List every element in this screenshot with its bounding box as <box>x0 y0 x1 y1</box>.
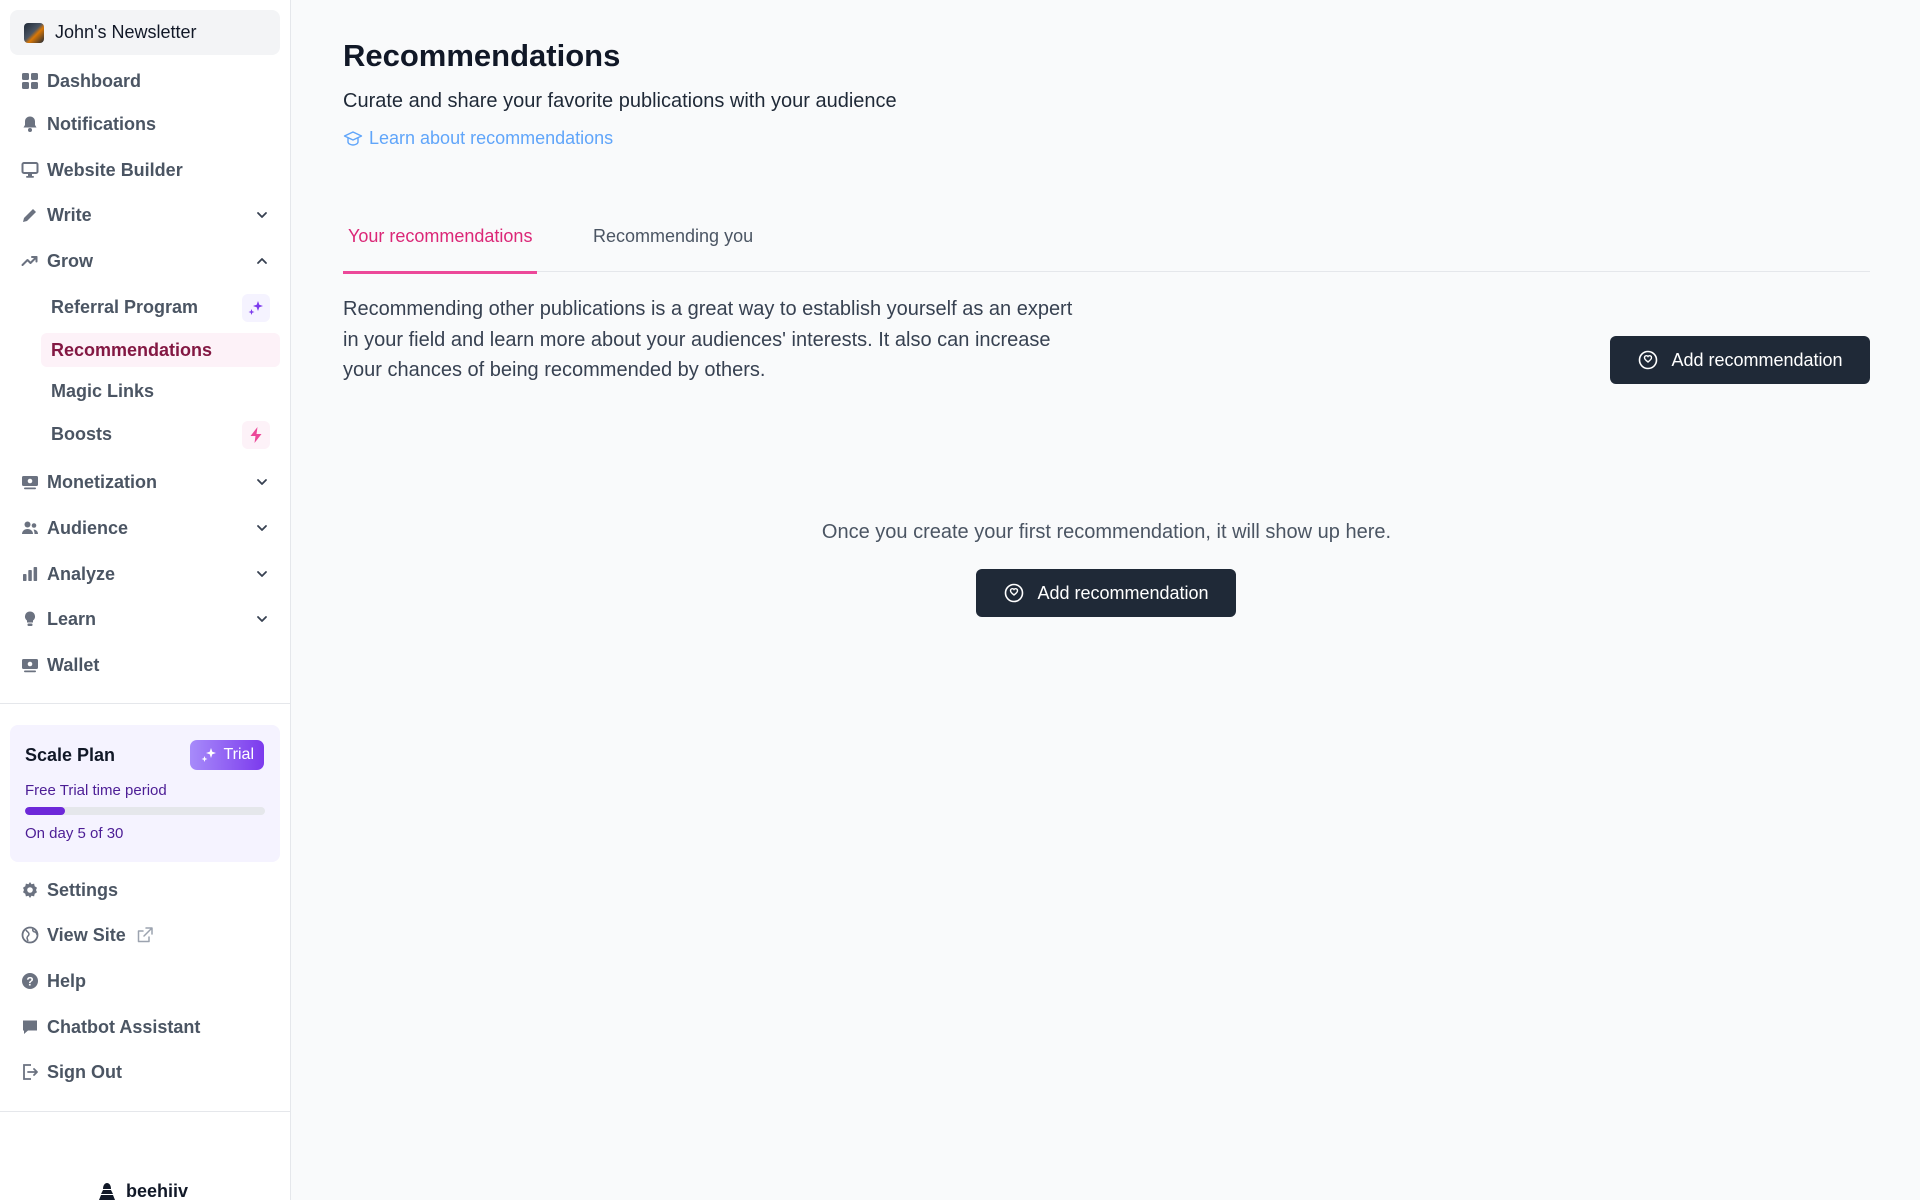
nav-grow[interactable]: Grow <box>10 242 280 280</box>
sidebar-item-recommendations[interactable]: Recommendations <box>41 333 280 367</box>
empty-state-button-label: Add recommendation <box>1037 582 1209 603</box>
learn-about-recommendations-link[interactable]: Learn about recommendations <box>343 128 613 149</box>
nav-analyze[interactable]: Analyze <box>10 555 280 593</box>
sidebar-divider <box>0 1111 291 1112</box>
monitor-icon <box>21 161 39 179</box>
dashboard-icon <box>21 72 39 90</box>
sidebar: John's Newsletter Dashboard Notification… <box>0 0 291 1200</box>
chevron-down-icon[interactable] <box>254 611 270 627</box>
trial-progress-bar <box>25 807 265 815</box>
nav-dashboard-label: Dashboard <box>47 70 142 91</box>
nav-learn[interactable]: Learn <box>10 600 280 638</box>
nav-settings[interactable]: Settings <box>10 871 280 909</box>
publication-switcher[interactable]: John's Newsletter <box>10 10 280 55</box>
sparkles-icon <box>201 748 217 762</box>
nav-dashboard[interactable]: Dashboard <box>10 62 280 100</box>
publication-avatar <box>24 22 44 43</box>
publication-name: John's Newsletter <box>55 22 197 42</box>
bar-chart-icon <box>21 565 39 583</box>
nav-chatbot-label: Chatbot Assistant <box>47 1016 201 1037</box>
sidebar-divider <box>0 703 291 704</box>
nav-website-builder-label: Website Builder <box>47 159 183 180</box>
sidebar-item-boosts[interactable]: Boosts <box>41 417 280 451</box>
plan-day-text: On day 5 of 30 <box>25 825 124 842</box>
nav-monetization-label: Monetization <box>47 471 157 492</box>
nav-learn-label: Learn <box>47 608 97 629</box>
nav-sign-out[interactable]: Sign Out <box>10 1053 280 1091</box>
wallet-icon <box>21 656 39 674</box>
chevron-down-icon[interactable] <box>254 520 270 536</box>
trial-badge[interactable]: Trial <box>190 740 264 770</box>
chevron-down-icon[interactable] <box>254 566 270 582</box>
nav-audience[interactable]: Audience <box>10 509 280 547</box>
beehive-icon <box>99 1183 115 1200</box>
plan-card[interactable]: Scale Plan Trial Free Trial time period … <box>10 725 280 862</box>
nav-write[interactable]: Write <box>10 196 280 234</box>
chat-bubble-icon <box>21 1018 39 1036</box>
nav-settings-label: Settings <box>47 879 119 900</box>
lightbulb-icon <box>21 610 39 628</box>
plan-subtitle: Free Trial time period <box>25 782 167 799</box>
hand-heart-icon <box>1639 350 1658 370</box>
users-icon <box>21 519 39 537</box>
plan-title: Scale Plan <box>25 745 116 765</box>
sidebar-item-referral-program[interactable]: Referral Program <box>41 290 280 324</box>
nav-monetization[interactable]: Monetization <box>10 463 280 501</box>
nav-audience-label: Audience <box>47 517 129 538</box>
sign-out-icon <box>21 1063 39 1081</box>
trending-up-icon <box>21 252 39 270</box>
add-recommendation-label: Add recommendation <box>1671 349 1843 370</box>
nav-help-label: Help <box>47 970 87 991</box>
external-link-icon <box>137 927 153 943</box>
sidebar-item-magic-links[interactable]: Magic Links <box>41 374 280 408</box>
svg-text:?: ? <box>26 975 33 989</box>
globe-icon <box>21 926 39 944</box>
chevron-down-icon[interactable] <box>254 474 270 490</box>
nav-help[interactable]: ? Help <box>10 962 280 1000</box>
nav-view-site-label: View Site <box>47 924 126 945</box>
question-circle-icon: ? <box>21 972 39 990</box>
trial-badge-label: Trial <box>223 746 254 763</box>
nav-view-site[interactable]: View Site <box>10 916 280 954</box>
tab-your-recommendations[interactable]: Your recommendations <box>343 226 538 274</box>
boosts-label: Boosts <box>51 423 113 444</box>
sparkles-icon <box>242 294 270 322</box>
nav-notifications-label: Notifications <box>47 113 157 134</box>
graduation-cap-icon <box>343 130 363 146</box>
add-recommendation-button[interactable]: Add recommendation <box>1610 336 1870 384</box>
lightning-icon <box>242 421 270 449</box>
nav-grow-label: Grow <box>47 250 94 271</box>
magic-links-label: Magic Links <box>51 380 155 401</box>
chevron-down-icon[interactable] <box>254 207 270 223</box>
chevron-up-icon[interactable] <box>254 253 270 269</box>
hand-heart-icon <box>1005 583 1024 603</box>
recommendations-label: Recommendations <box>51 339 213 360</box>
nav-wallet-label: Wallet <box>47 654 100 675</box>
nav-sign-out-label: Sign Out <box>47 1061 122 1082</box>
page-subtitle: Curate and share your favorite publicati… <box>343 90 897 112</box>
empty-state-add-recommendation-button[interactable]: Add recommendation <box>976 569 1236 617</box>
nav-notifications[interactable]: Notifications <box>10 105 280 143</box>
tab-recommending-you[interactable]: Recommending you <box>588 226 758 271</box>
trial-progress-fill <box>25 807 65 815</box>
nav-chatbot-assistant[interactable]: Chatbot Assistant <box>10 1008 280 1046</box>
nav-wallet[interactable]: Wallet <box>10 646 280 684</box>
tab-bar: Your recommendations Recommending you <box>343 212 1870 274</box>
referral-program-label: Referral Program <box>51 296 199 317</box>
pencil-icon <box>21 206 39 224</box>
nav-website-builder[interactable]: Website Builder <box>10 151 280 189</box>
nav-analyze-label: Analyze <box>47 563 116 584</box>
money-icon <box>21 473 39 491</box>
empty-state-text: Once you create your first recommendatio… <box>821 521 1392 543</box>
nav-write-label: Write <box>47 204 92 225</box>
beehiiv-logo: beehiiv <box>94 1180 188 1200</box>
learn-link-label: Learn about recommendations <box>369 128 614 148</box>
brand-name: beehiiv <box>126 1180 189 1200</box>
bell-icon <box>21 115 39 133</box>
page-title: Recommendations <box>343 38 621 73</box>
intro-text: Recommending other publications is a gre… <box>343 298 1073 381</box>
gear-icon <box>21 881 39 899</box>
